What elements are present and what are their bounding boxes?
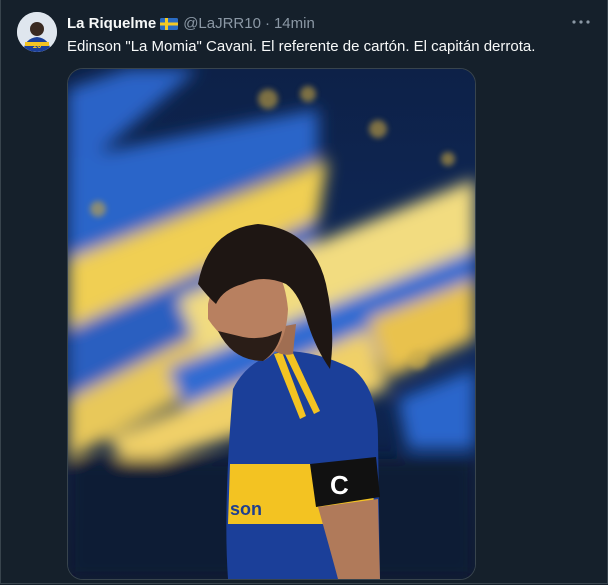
- sweden-flag-icon: [160, 17, 179, 30]
- jersey-sponsor-text: son: [230, 499, 262, 519]
- tweet-photo[interactable]: C son: [67, 68, 476, 580]
- avatar[interactable]: 10: [17, 12, 57, 52]
- tweet-timestamp[interactable]: 14min: [274, 15, 315, 32]
- tweet-card[interactable]: 10 La Riquelme @LaJRR10 · 14min Edinson …: [0, 0, 608, 584]
- author-handle[interactable]: @LaJRR10: [183, 15, 261, 32]
- tweet-header: La Riquelme @LaJRR10 · 14min: [67, 13, 587, 33]
- separator-dot: ·: [264, 14, 270, 32]
- more-horizontal-icon[interactable]: [569, 10, 593, 34]
- captain-armband-letter: C: [330, 470, 349, 500]
- tweet-text: Edinson "La Momia" Cavani. El referente …: [67, 38, 536, 55]
- author-name[interactable]: La Riquelme: [67, 15, 156, 32]
- avatar-number: 10: [33, 41, 42, 50]
